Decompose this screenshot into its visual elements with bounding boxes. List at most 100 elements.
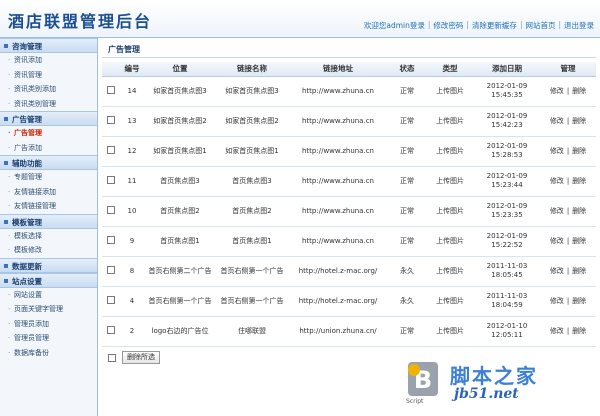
row-select[interactable] (102, 286, 120, 317)
col-select (102, 62, 120, 77)
row-status: 永久 (388, 286, 426, 317)
row-checkbox[interactable] (107, 235, 115, 244)
row-checkbox[interactable] (107, 325, 115, 334)
edit-link[interactable]: 修改 (550, 117, 564, 125)
sidebar-item-db-backup[interactable]: 数据库备份 (0, 346, 97, 361)
table-row: 14 如家首页焦点图3 如家首页焦点图3 http://www.zhuna.cn 正常上… (102, 76, 596, 107)
row-select[interactable] (102, 166, 120, 197)
row-select[interactable] (102, 196, 120, 227)
row-link-url: http://www.zhuna.cn (288, 76, 388, 107)
row-position: 首页焦点图1 (144, 226, 216, 257)
row-date: 2012-01-09 15:23:35 (474, 196, 540, 227)
edit-link[interactable]: 修改 (550, 177, 564, 185)
edit-link[interactable]: 修改 (550, 237, 564, 245)
row-select[interactable] (102, 76, 120, 107)
select-all-checkbox[interactable] (108, 353, 116, 362)
edit-link[interactable]: 修改 (550, 267, 564, 275)
logout-link[interactable]: 退出登录 (564, 20, 594, 31)
sidebar-section-templates[interactable]: 模板管理 (0, 213, 97, 229)
watermark-domain: jb51.net (454, 386, 519, 402)
sidebar-item-template-edit[interactable]: 模板修改 (0, 243, 97, 258)
change-password-link[interactable]: 修改密码 (433, 20, 463, 31)
row-checkbox[interactable] (107, 115, 115, 124)
sidebar-item-topics[interactable]: 专题管理 (0, 170, 97, 185)
row-ops: 修改 | 删除 (540, 256, 596, 287)
delete-link[interactable]: 删除 (572, 117, 586, 125)
row-link-name: 首页焦点图1 (216, 226, 288, 257)
row-status: 正常 (388, 166, 426, 197)
delete-link[interactable]: 删除 (572, 147, 586, 155)
row-checkbox[interactable] (107, 85, 115, 94)
row-date: 2012-01-09 15:42:23 (474, 106, 540, 137)
row-type: 上传图片 (426, 226, 474, 257)
row-date-day: 2012-01-09 (486, 112, 528, 120)
site-home-link[interactable]: 网站首页 (525, 20, 555, 31)
delete-link[interactable]: 删除 (572, 267, 586, 275)
row-checkbox[interactable] (107, 175, 115, 184)
row-id: 9 (120, 226, 144, 257)
delete-link[interactable]: 删除 (572, 297, 586, 305)
delete-link[interactable]: 删除 (572, 177, 586, 185)
sidebar-item-links-manage[interactable]: 友情链接管理 (0, 199, 97, 214)
delete-link[interactable]: 删除 (572, 327, 586, 335)
row-checkbox[interactable] (107, 265, 115, 274)
sidebar-item-admin-manage[interactable]: 管理员管理 (0, 331, 97, 346)
row-date-time: 18:04:59 (491, 301, 523, 309)
sidebar-item-ads-add[interactable]: 广告添加 (0, 141, 97, 156)
col-type: 类型 (426, 62, 474, 77)
row-date-day: 2012-01-09 (486, 232, 528, 240)
edit-link[interactable]: 修改 (550, 327, 564, 335)
sidebar-item-admin-add[interactable]: 管理员添加 (0, 317, 97, 332)
row-ops: 修改 | 删除 (540, 286, 596, 317)
sidebar-item-keywords[interactable]: 页面关键字管理 (0, 302, 97, 317)
sidebar: 咨询管理 资讯添加 资讯管理 资讯类别添加 资讯类别管理 广告管理 广告管理 广… (0, 38, 98, 416)
sidebar-item-news-add[interactable]: 资讯添加 (0, 53, 97, 68)
row-date: 2012-01-10 12:05:11 (474, 316, 540, 347)
separator: | (519, 20, 523, 29)
edit-link[interactable]: 修改 (550, 147, 564, 155)
row-type: 上传图片 (426, 136, 474, 167)
sidebar-section-site-settings[interactable]: 站点设置 (0, 272, 97, 288)
table-row: 11 首页焦点图3 首页焦点图3 http://www.zhuna.cn 正常 上传图片 2… (102, 166, 596, 197)
sidebar-section-data-update[interactable]: 数据更新 (0, 257, 97, 273)
row-id: 2 (120, 316, 144, 347)
row-link-name: 如家首页焦点图2 (216, 106, 288, 137)
sidebar-item-ads-manage[interactable]: 广告管理 (0, 126, 97, 141)
edit-link[interactable]: 修改 (550, 297, 564, 305)
col-status: 状态 (388, 62, 426, 77)
row-date-day: 2011-11-03 (486, 262, 528, 270)
sidebar-item-news-manage[interactable]: 资讯管理 (0, 68, 97, 83)
delete-link[interactable]: 删除 (572, 237, 586, 245)
clear-cache-link[interactable]: 清除更新缓存 (472, 20, 517, 31)
row-checkbox[interactable] (107, 145, 115, 154)
row-select[interactable] (102, 226, 120, 257)
sidebar-item-site-settings[interactable]: 网站设置 (0, 288, 97, 303)
row-link-name: 首页右侧第一个广告 (216, 256, 288, 287)
sidebar-item-news-category-manage[interactable]: 资讯类别管理 (0, 97, 97, 112)
delete-link[interactable]: 删除 (572, 87, 586, 95)
sidebar-item-links-add[interactable]: 友情链接添加 (0, 185, 97, 200)
row-id: 12 (120, 136, 144, 167)
row-date-time: 12:05:11 (491, 331, 523, 339)
row-select[interactable] (102, 316, 120, 347)
sidebar-item-template-select[interactable]: 模板选择 (0, 229, 97, 244)
row-checkbox[interactable] (107, 205, 115, 214)
row-type: 上传图片 (426, 316, 474, 347)
row-ops: 修改 | 删除 (540, 166, 596, 197)
row-date-day: 2012-01-09 (486, 142, 528, 150)
row-select[interactable] (102, 256, 120, 287)
row-type: 上传图片 (426, 196, 474, 227)
delete-link[interactable]: 删除 (572, 207, 586, 215)
sidebar-section-news[interactable]: 咨询管理 (0, 38, 97, 53)
delete-selected-button[interactable]: 删除所选 (122, 351, 160, 364)
sidebar-section-ads[interactable]: 广告管理 (0, 111, 97, 126)
sidebar-section-aux[interactable]: 辅助功能 (0, 155, 97, 170)
edit-link[interactable]: 修改 (550, 87, 564, 95)
row-select[interactable] (102, 106, 120, 137)
sidebar-item-news-category-add[interactable]: 资讯类别添加 (0, 82, 97, 97)
col-id: 编号 (120, 62, 144, 77)
table-row: 10 首页焦点图2 首页焦点图2 http://www.zhuna.cn 正常 上传图片 2… (102, 196, 596, 227)
row-select[interactable] (102, 136, 120, 167)
edit-link[interactable]: 修改 (550, 207, 564, 215)
row-checkbox[interactable] (107, 295, 115, 304)
